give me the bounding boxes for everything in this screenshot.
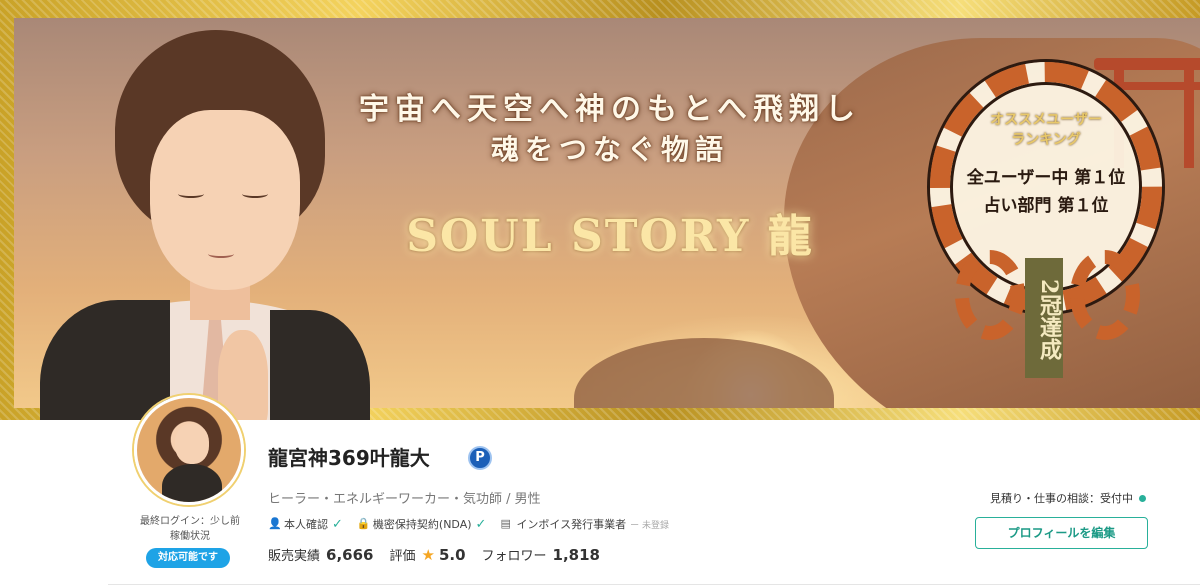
character-illustration xyxy=(0,20,370,420)
operation-status-label: 稼働状況 xyxy=(170,531,210,542)
consult-status-text: 見積り・仕事の相談：受付中 xyxy=(990,492,1133,505)
sales-value: 6,666 xyxy=(326,546,374,564)
verification-label: 本人確認 xyxy=(284,518,328,531)
rope-knot-right xyxy=(1070,250,1140,340)
pro-badge-icon[interactable]: P xyxy=(468,446,492,470)
job-title: ヒーラー・エネルギーワーカー・気功師 / 男性 xyxy=(268,492,541,507)
rank-fortune: 占い部門 第１位 xyxy=(983,196,1109,216)
avatar[interactable] xyxy=(134,395,244,505)
check-icon: ✓ xyxy=(332,516,343,532)
star-icon: ★ xyxy=(421,546,435,564)
headline-line-2: 魂をつなぐ物語 xyxy=(490,133,729,166)
verification-label: インボイス発行事業者 xyxy=(516,518,627,531)
login-info: 最終ログイン：少し前 稼働状況 xyxy=(120,514,260,544)
verification-list: 👤 本人確認 ✓ 🔒 機密保持契約(NDA) ✓ ▤ インボイス発行事業者 ー … xyxy=(268,516,683,532)
profile-name: 龍宮神369叶龍大 xyxy=(268,446,430,470)
check-icon: ✓ xyxy=(475,516,487,532)
consult-status: 見積り・仕事の相談：受付中 xyxy=(990,490,1146,506)
rating-label: 評価 xyxy=(389,549,416,564)
last-login: 最終ログイン：少し前 xyxy=(140,516,240,527)
edit-profile-button[interactable]: プロフィールを編集 xyxy=(975,517,1148,549)
verification-invoice: ▤ インボイス発行事業者 ー 未登録 xyxy=(500,516,669,532)
rating-value: 5.0 xyxy=(438,546,466,564)
banner-headline: 宇宙へ天空へ神のもとへ飛翔し 魂をつなぐ物語 SOUL STORY 龍 xyxy=(330,90,890,264)
ranking-badge: オススメユーザー ランキング 全ユーザー中 第１位 占い部門 第１位 xyxy=(946,110,1146,220)
headline-line-1: 宇宙へ天空へ神のもとへ飛翔し xyxy=(359,92,861,127)
headline-title: SOUL STORY 龍 xyxy=(406,211,814,262)
cover-banner: 宇宙へ天空へ神のもとへ飛翔し 魂をつなぐ物語 SOUL STORY 龍 オススメ… xyxy=(0,0,1200,420)
unregistered-label: ー 未登録 xyxy=(630,520,669,531)
verification-nda: 🔒 機密保持契約(NDA) ✓ xyxy=(357,516,487,532)
followers-label: フォロワー xyxy=(481,549,547,564)
rope-knot-left xyxy=(955,250,1025,340)
followers-value[interactable]: 1,818 xyxy=(553,546,600,564)
status-dot-icon xyxy=(1139,494,1146,502)
status-badge: 対応可能です xyxy=(146,548,230,568)
lock-icon: 🔒 xyxy=(356,517,371,530)
divider xyxy=(108,584,1200,585)
rank-all-users: 全ユーザー中 第１位 xyxy=(966,168,1126,188)
ranking-title-2: ランキング xyxy=(1011,132,1081,148)
double-crown-label: 2冠達成 xyxy=(1025,258,1063,378)
verification-identity: 👤 本人確認 ✓ xyxy=(268,516,343,532)
sales-label: 販売実績 xyxy=(268,549,321,564)
ranking-title-1: オススメユーザー xyxy=(990,112,1102,128)
document-icon: ▤ xyxy=(500,517,511,530)
verification-label: 機密保持契約(NDA) xyxy=(372,518,472,531)
profile-stats: 販売実績 6,666 評価 ★ 5.0 フォロワー 1,818 xyxy=(268,545,616,564)
person-icon: 👤 xyxy=(268,517,282,530)
